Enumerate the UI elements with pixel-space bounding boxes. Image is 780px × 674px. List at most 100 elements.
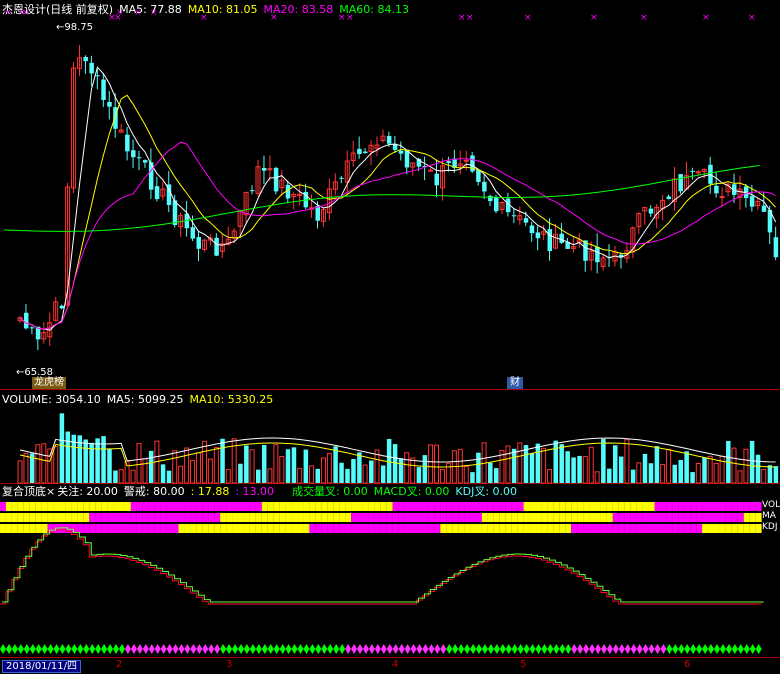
indicator-band-cell <box>345 513 352 522</box>
indicator-band-cell <box>583 502 590 511</box>
indicator-band-cell <box>321 524 328 533</box>
volume-bar-up <box>505 445 511 484</box>
indicator-band-cell <box>190 502 197 511</box>
indicator-band-cell <box>577 502 584 511</box>
stock-title[interactable]: 杰恩设计(日线 前复权) <box>2 3 113 16</box>
volume-bar-down <box>261 445 267 483</box>
indicator-band-cell <box>654 502 661 511</box>
indicator-band-cell <box>154 513 161 522</box>
indicator-band-cell <box>624 524 631 533</box>
indicator-band-cell <box>77 502 84 511</box>
indicator-band-cell <box>678 502 685 511</box>
indicator-band-cell <box>368 524 375 533</box>
candle-body-down <box>131 150 136 158</box>
candle-body-down <box>315 206 320 221</box>
macd-cross-label: MACD叉: 0.00 <box>373 485 450 498</box>
news-tag-finance[interactable]: 财 <box>507 377 523 389</box>
indicator-band-cell <box>202 513 209 522</box>
news-tag-lhb[interactable]: 龙虎榜 <box>32 377 66 389</box>
indicator-band-cell <box>464 524 471 533</box>
indicator-band-cell <box>547 502 554 511</box>
indicator-band-cell <box>541 513 548 522</box>
indicator-band-cell <box>374 502 381 511</box>
volume-bar-up <box>53 445 59 484</box>
candle-body-down <box>482 181 487 192</box>
signal-diamond-icon <box>708 644 715 654</box>
indicator-band-cell <box>29 502 36 511</box>
month-tick-6: 6 <box>684 659 691 670</box>
candle-body-down <box>23 312 29 329</box>
signal-diamond-icon <box>83 644 90 654</box>
indicator-band-cell <box>83 524 90 533</box>
indicator-band-cell <box>190 524 197 533</box>
indicator-band-cell <box>565 502 572 511</box>
indicator-band-cell <box>505 524 512 533</box>
indicator-band-cell <box>303 524 310 533</box>
indicator-chart-svg[interactable] <box>0 484 780 657</box>
indicator-band-cell <box>255 524 262 533</box>
signal-diamond-icon <box>345 644 352 654</box>
candle-body-down <box>488 195 493 202</box>
signal-diamond-icon <box>731 644 738 654</box>
indicator-band-cell <box>606 513 613 522</box>
indicator-band-cell <box>113 502 119 511</box>
side-label-kdj: KDJ <box>762 522 778 532</box>
price-chart[interactable]: × × × × × × × × × × × × × × × × × × × <box>0 0 780 390</box>
indicator-band-cell <box>630 524 637 533</box>
indicator-band-cell <box>612 502 619 511</box>
indicator-band-cell <box>47 513 54 522</box>
volume-ma5-line <box>19 437 776 463</box>
volume-bar-up <box>695 462 701 484</box>
indicator-band-cell <box>702 513 709 522</box>
volume-bar-down <box>315 468 320 483</box>
volume-bar-down <box>380 465 386 483</box>
indicator-band-cell <box>654 524 661 533</box>
candle-body-down <box>559 233 564 243</box>
indicator-band-cell <box>446 513 453 522</box>
signal-diamond-icon <box>583 644 590 654</box>
indicator-band-cell <box>404 524 411 533</box>
volume-bar-up <box>713 462 719 484</box>
candle-body-down <box>434 173 439 186</box>
indicator-band-cell <box>481 524 488 533</box>
indicator-band-cell <box>0 502 6 511</box>
volume-ma10-line <box>19 442 776 468</box>
indicator-band-cell <box>583 524 590 533</box>
indicator-title[interactable]: 复合顶底× <box>2 485 55 498</box>
indicator-band-cell <box>648 513 655 522</box>
indicator-band-cell <box>333 502 340 511</box>
indicator-band-cell <box>345 524 352 533</box>
candle-body-down <box>494 196 499 212</box>
volume-bar-down <box>386 438 392 483</box>
candle-body-up <box>719 196 725 199</box>
indicator-band-cell <box>285 502 292 511</box>
indicator-band-cell <box>124 513 131 522</box>
volume-bar-up <box>445 462 451 484</box>
signal-diamond-icon <box>678 644 685 654</box>
indicator-chart[interactable] <box>0 484 780 657</box>
indicator-band-cell <box>553 502 560 511</box>
indicator-band-cell <box>731 513 738 522</box>
candle-body-down <box>29 327 35 329</box>
indicator-band-cell <box>737 524 744 533</box>
indicator-band-cell <box>214 513 221 522</box>
indicator-band-cell <box>95 502 102 511</box>
price-chart-svg[interactable]: × ×× ×× × × × × × × × × × × ×× × × <box>0 0 780 390</box>
indicator-band-cell <box>600 502 607 511</box>
volume-bar-down <box>398 458 404 483</box>
candle-body-down <box>749 196 755 207</box>
signal-diamond-icon <box>190 644 197 654</box>
volume-bar-down <box>494 468 499 483</box>
volume-bar-down <box>565 451 570 483</box>
signal-diamond-icon <box>291 644 298 654</box>
indicator-band-cell <box>499 502 506 511</box>
indicator-band-cell <box>517 513 524 522</box>
indicator-band-cell <box>666 513 673 522</box>
indicator-band-cell <box>589 524 595 533</box>
volume-bar-down <box>613 445 618 483</box>
indicator-band-cell <box>291 502 298 511</box>
indicator-band-cell <box>481 502 488 511</box>
candle-body-up <box>428 169 434 172</box>
indicator-band-cell <box>130 513 137 522</box>
indicator-band-cell <box>541 502 548 511</box>
